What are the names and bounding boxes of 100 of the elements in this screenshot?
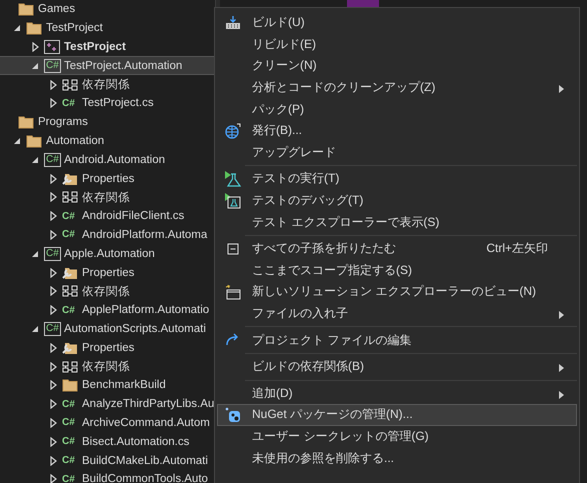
- expand-arrow-icon[interactable]: [50, 192, 56, 202]
- submenu-arrow-icon: [559, 84, 564, 93]
- tree-item[interactable]: C# AutomationScripts.Automati: [0, 320, 215, 338]
- csharp-project-icon: C#: [44, 322, 61, 336]
- expand-arrow-icon[interactable]: [32, 42, 38, 52]
- tree-item[interactable]: C# Bisect.Automation.cs: [0, 432, 215, 452]
- tree-item[interactable]: C# ArchiveCommand.Autom: [0, 414, 215, 432]
- tree-item[interactable]: C# Android.Automation: [0, 150, 215, 170]
- dependencies-icon: [62, 78, 78, 91]
- nuget-icon: [225, 406, 241, 423]
- menu-item[interactable]: プロジェクト ファイルの編集: [217, 329, 577, 351]
- tree-item[interactable]: C# TestProject.cs: [0, 94, 215, 113]
- dependencies-icon: [62, 285, 78, 298]
- tree-item[interactable]: 依存関係: [0, 282, 215, 301]
- menu-item[interactable]: テスト エクスプローラーで表示(S): [217, 211, 577, 233]
- menu-item[interactable]: NuGet パッケージの管理(N)...: [217, 404, 577, 426]
- collapse-arrow-icon[interactable]: [31, 156, 39, 164]
- menu-item[interactable]: テストの実行(T): [217, 168, 577, 190]
- expand-arrow-icon[interactable]: [50, 230, 56, 240]
- expand-arrow-icon[interactable]: [50, 362, 56, 372]
- menu-item[interactable]: テストのデバッグ(T): [217, 190, 577, 212]
- csharp-project-icon: C#: [44, 246, 61, 261]
- collapse-arrow-icon[interactable]: [31, 324, 39, 333]
- csharp-file-icon: C#: [62, 474, 75, 483]
- folder-icon: [18, 115, 34, 130]
- tree-item[interactable]: 依存関係: [0, 75, 215, 94]
- menu-item[interactable]: ビルドの依存関係(B): [217, 356, 577, 378]
- cpp-project-icon: [44, 40, 60, 54]
- submenu-arrow-icon: [559, 390, 564, 398]
- tree-item[interactable]: 依存関係: [0, 188, 215, 207]
- tree-item[interactable]: C# AnalyzeThirdPartyLibs.Au: [0, 394, 215, 414]
- menu-item[interactable]: すべての子孫を折りたたむ Ctrl+左矢印: [217, 238, 577, 260]
- tree-item[interactable]: TestProject: [0, 38, 215, 56]
- menu-item[interactable]: 分析とコードのクリーンアップ(Z): [217, 76, 577, 98]
- tree-item[interactable]: Properties: [0, 263, 215, 282]
- menu-item[interactable]: 新しいソリューション エクスプローラーのビュー(N): [217, 281, 577, 303]
- tree-item[interactable]: Automation: [0, 132, 215, 150]
- menu-item[interactable]: 追加(D): [217, 382, 577, 404]
- tree-item[interactable]: Programs: [0, 112, 215, 132]
- csharp-file-icon: C#: [62, 436, 75, 448]
- folder-icon: [62, 378, 78, 392]
- dependencies-icon: [62, 191, 78, 204]
- collapse-arrow-icon[interactable]: [13, 136, 21, 145]
- expand-arrow-icon[interactable]: [50, 174, 56, 184]
- expand-arrow-icon[interactable]: [50, 380, 56, 390]
- expand-arrow-icon[interactable]: [50, 98, 56, 108]
- expand-arrow-icon[interactable]: [50, 342, 56, 353]
- expand-arrow-icon[interactable]: [50, 286, 56, 296]
- menu-item[interactable]: リビルド(E): [217, 34, 577, 56]
- expand-arrow-icon[interactable]: [50, 305, 56, 316]
- menu-item[interactable]: アップグレード: [217, 142, 577, 164]
- folder-icon: [26, 134, 42, 148]
- tree-item[interactable]: C# AndroidPlatform.Automa: [0, 226, 215, 244]
- wrench-folder-icon: [62, 266, 78, 280]
- csharp-file-icon: C#: [62, 210, 75, 222]
- menu-item[interactable]: クリーン(N): [217, 55, 577, 77]
- menu-item[interactable]: ビルド(U): [217, 12, 577, 34]
- wrench-folder-icon: [62, 340, 78, 355]
- expand-arrow-icon[interactable]: [50, 456, 56, 466]
- flask-debug-icon: [225, 192, 241, 209]
- expand-arrow-icon[interactable]: [50, 474, 56, 483]
- folder-icon: [26, 21, 42, 36]
- wrench-folder-icon: [62, 172, 78, 186]
- menu-item[interactable]: ユーザー シークレットの管理(G): [217, 426, 577, 448]
- csharp-file-icon: C#: [62, 398, 75, 410]
- collapse-arrow-icon[interactable]: [31, 250, 39, 258]
- expand-arrow-icon[interactable]: [50, 418, 56, 428]
- expand-arrow-icon[interactable]: [50, 399, 56, 410]
- tree-item[interactable]: C# BuildCMakeLib.Automati: [0, 451, 215, 470]
- collapse-arrow-icon[interactable]: [13, 24, 21, 32]
- expand-arrow-icon[interactable]: [50, 436, 56, 447]
- tree-item[interactable]: C# BuildCommonTools.Auto: [0, 470, 215, 483]
- tree-item[interactable]: C# AndroidFileClient.cs: [0, 206, 215, 226]
- dependencies-icon: [62, 360, 78, 373]
- submenu-arrow-icon: [559, 364, 564, 372]
- menu-item[interactable]: 発行(B)...: [217, 120, 577, 142]
- tree-item[interactable]: Properties: [0, 169, 215, 188]
- folder-icon: [18, 2, 34, 16]
- new-window-icon: [225, 284, 241, 300]
- expand-arrow-icon[interactable]: [50, 211, 56, 222]
- csharp-file-icon: C#: [62, 455, 75, 466]
- tree-item[interactable]: C# TestProject.Automation: [0, 56, 215, 76]
- csharp-file-icon: C#: [62, 229, 75, 240]
- expand-arrow-icon[interactable]: [50, 268, 56, 278]
- menu-item[interactable]: 未使用の参照を削除する...: [217, 447, 577, 469]
- csharp-file-icon: C#: [62, 417, 75, 428]
- tree-item[interactable]: C# ApplePlatform.Automatio: [0, 300, 215, 320]
- collapse-arrow-icon[interactable]: [31, 62, 39, 70]
- collapse-icon: [227, 242, 239, 255]
- tree-item[interactable]: TestProject: [0, 18, 215, 38]
- csharp-project-icon: C#: [44, 152, 61, 167]
- tree-item[interactable]: C# Apple.Automation: [0, 244, 215, 264]
- tree-item[interactable]: 依存関係: [0, 357, 215, 376]
- menu-item[interactable]: ファイルの入れ子: [217, 302, 577, 324]
- menu-item[interactable]: ここまでスコープ指定する(S): [217, 260, 577, 282]
- menu-item[interactable]: パック(P): [217, 98, 577, 120]
- tree-item[interactable]: BenchmarkBuild: [0, 376, 215, 395]
- tree-item[interactable]: Games: [0, 0, 215, 19]
- tree-item[interactable]: Properties: [0, 338, 215, 358]
- expand-arrow-icon[interactable]: [50, 80, 56, 90]
